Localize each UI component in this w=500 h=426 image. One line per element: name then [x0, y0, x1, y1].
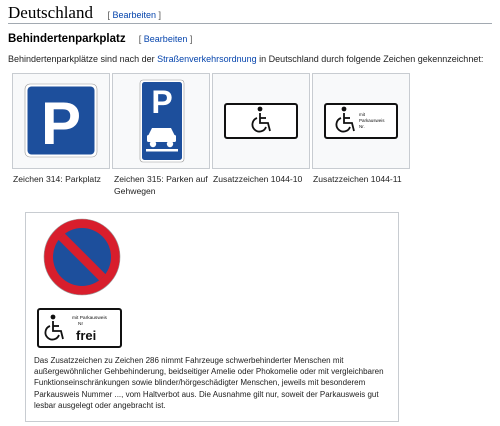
subsection-edit-link: [ Bearbeiten ]: [138, 34, 193, 44]
frei-plate-word: frei: [76, 328, 96, 343]
permit-text-parkausweis: Parkausweis: [359, 118, 385, 123]
intro-paragraph: Behindertenparkplätze sind nach der Stra…: [8, 54, 483, 64]
intro-text-after: in Deutschland durch folgende Zeichen ge…: [256, 54, 484, 64]
gallery-thumb-sidewalk-parking[interactable]: P: [112, 73, 210, 169]
parking-sign-icon: P: [24, 83, 98, 158]
gallery-thumb-parking[interactable]: P: [12, 73, 110, 169]
stvo-link[interactable]: Straßenverkehrsordnung: [157, 54, 257, 64]
figure-caption: Das Zusatzzeichen zu Zeichen 286 nimmt F…: [34, 356, 384, 410]
permit-text-nr: Nr.: [359, 124, 365, 129]
gallery-thumb-parking-permit-plate[interactable]: mit Parkausweis Nr.: [312, 73, 410, 169]
gallery-caption-parking: Zeichen 314: Parkplatz: [13, 174, 101, 184]
wheelchair-frei-plate-icon[interactable]: mit Parkausweis Nr frei: [37, 308, 122, 348]
wheelchair-plate-icon: [224, 103, 298, 139]
subsection-title: Behindertenparkplatz: [8, 33, 126, 45]
no-parking-sign-icon[interactable]: [43, 218, 121, 296]
subsection-edit-button[interactable]: Bearbeiten: [144, 34, 188, 44]
section-edit-button[interactable]: Bearbeiten: [112, 10, 156, 20]
permit-text-mit: mit: [359, 112, 366, 117]
figure-no-parking-exception: mit Parkausweis Nr frei Das Zusatzzeiche…: [25, 212, 399, 422]
gallery-caption-parking-permit-plate: Zusatzzeichen 1044-11: [313, 174, 402, 184]
section-heading: Deutschland [ Bearbeiten ]: [8, 3, 492, 24]
sidewalk-sign-letter: P: [151, 84, 172, 120]
frei-plate-nr: Nr: [78, 321, 83, 327]
gallery-thumb-wheelchair-plate[interactable]: [212, 73, 310, 169]
section-title: Deutschland: [8, 3, 93, 22]
parking-sign-letter: P: [41, 90, 81, 157]
intro-text-before: Behindertenparkplätze sind nach der: [8, 54, 158, 64]
subsection-heading: Behindertenparkplatz [ Bearbeiten ]: [8, 33, 192, 45]
frei-plate-permit-label: mit Parkausweis: [72, 315, 108, 321]
figure-signs: mit Parkausweis Nr frei: [37, 218, 122, 348]
section-edit-link: [ Bearbeiten ]: [107, 10, 162, 20]
sidewalk-parking-sign-icon: P: [139, 79, 185, 163]
gallery-caption-wheelchair-plate: Zusatzzeichen 1044-10: [213, 174, 303, 184]
gallery-caption-sidewalk-parking: Zeichen 315: Parken auf Gehwegen: [114, 174, 208, 196]
wheelchair-parking-permit-plate-icon: mit Parkausweis Nr.: [324, 103, 398, 139]
